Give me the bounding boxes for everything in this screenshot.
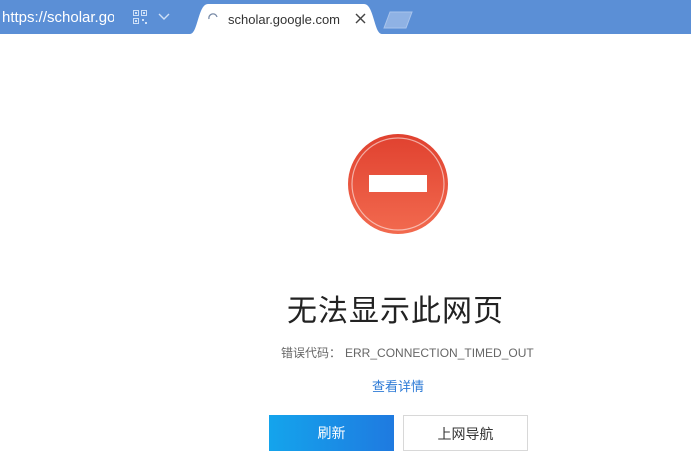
close-icon[interactable] <box>355 13 366 24</box>
chevron-down-icon[interactable] <box>158 12 170 22</box>
new-tab-icon[interactable] <box>380 10 416 30</box>
tab-title: scholar.google.com <box>228 12 341 27</box>
qr-code-icon[interactable] <box>133 10 147 24</box>
browser-toolbar: https://scholar.google.com scholar.googl… <box>0 0 691 34</box>
tab-scholar[interactable]: scholar.google.com <box>190 4 382 34</box>
error-code-label: 错误代码： <box>281 346 342 360</box>
address-text[interactable]: https://scholar.google.com <box>2 9 114 26</box>
web-navigation-button[interactable]: 上网导航 <box>403 415 528 451</box>
view-details-link[interactable]: 查看详情 <box>372 376 424 395</box>
refresh-button[interactable]: 刷新 <box>269 415 394 451</box>
loading-spinner-icon <box>208 13 218 20</box>
no-entry-icon <box>348 134 448 234</box>
error-code-line: 错误代码： ERR_CONNECTION_TIMED_OUT <box>281 344 534 361</box>
address-bar[interactable]: https://scholar.google.com <box>0 0 190 34</box>
error-title: 无法显示此网页 <box>287 295 504 328</box>
error-code-value: ERR_CONNECTION_TIMED_OUT <box>345 346 534 360</box>
